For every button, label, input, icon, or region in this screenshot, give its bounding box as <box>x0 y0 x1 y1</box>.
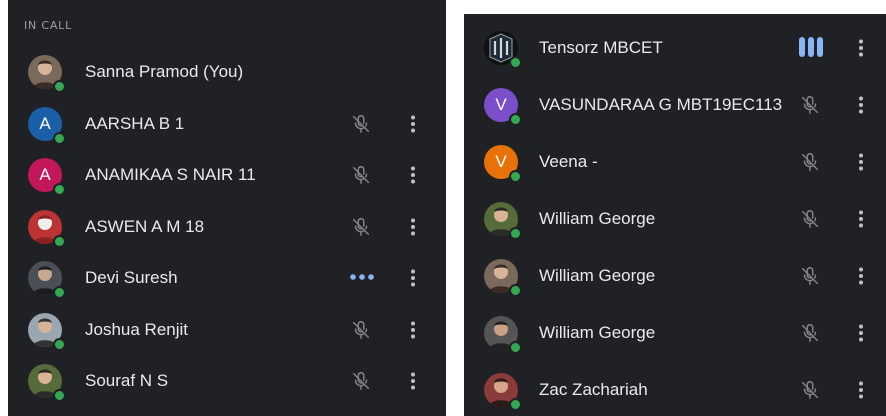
online-status-dot <box>509 170 522 183</box>
section-label-in-call: IN CALL <box>24 19 73 32</box>
participant-row[interactable]: Devi Suresh <box>8 252 446 304</box>
participant-row[interactable]: Joshua Renjit <box>8 304 446 356</box>
mic-off-icon <box>350 319 372 341</box>
more-vert-icon[interactable] <box>401 369 425 393</box>
online-status-dot <box>53 389 66 402</box>
participant-name: AARSHA B 1 <box>85 113 185 133</box>
participant-name: William George <box>539 266 656 285</box>
more-vert-icon[interactable] <box>849 264 873 288</box>
more-vert-icon[interactable] <box>401 215 425 239</box>
online-status-dot <box>53 286 66 299</box>
participant-name: Joshua Renjit <box>85 319 189 339</box>
mic-off-icon <box>350 216 372 238</box>
participant-row[interactable]: Tensorz MBCET <box>464 22 886 74</box>
more-vert-icon[interactable] <box>849 36 873 60</box>
mic-off-icon <box>350 370 372 392</box>
participant-row[interactable]: William George <box>464 193 886 245</box>
mic-off-icon <box>799 322 821 344</box>
participant-row[interactable]: Sanna Pramod (You) <box>8 46 446 98</box>
mic-off-icon <box>799 379 821 401</box>
participant-name: William George <box>539 209 656 228</box>
more-vert-icon[interactable] <box>849 207 873 231</box>
more-vert-icon[interactable] <box>849 378 873 402</box>
participant-row[interactable]: ASWEN A M 18 <box>8 201 446 253</box>
more-vert-icon[interactable] <box>849 93 873 117</box>
more-vert-icon[interactable] <box>401 318 425 342</box>
more-vert-icon[interactable] <box>401 266 425 290</box>
participant-name: Tensorz MBCET <box>539 38 663 57</box>
more-vert-icon[interactable] <box>849 150 873 174</box>
participant-name: William George <box>539 323 656 342</box>
online-status-dot <box>509 398 522 411</box>
participants-panel-right: Tensorz MBCET V VASUNDARAA G MBT19EC113 V Ve… <box>464 14 886 416</box>
online-status-dot <box>509 284 522 297</box>
participant-row[interactable]: Zac Zachariah <box>464 364 886 416</box>
mic-off-icon <box>350 164 372 186</box>
participant-row[interactable]: V VASUNDARAA G MBT19EC113 <box>464 79 886 131</box>
participant-name: Souraf N S <box>85 371 169 390</box>
online-status-dot <box>53 183 66 196</box>
online-status-dot <box>509 56 522 69</box>
more-vert-icon[interactable] <box>401 163 425 187</box>
mic-off-icon <box>799 208 821 230</box>
mic-off-icon <box>350 113 372 135</box>
participant-name: ANAMIKAA S NAIR 11 <box>85 165 256 184</box>
mic-off-icon <box>799 151 821 173</box>
mic-off-icon <box>799 94 821 116</box>
mic-off-icon <box>799 265 821 287</box>
participant-name: ASWEN A M 18 <box>85 216 205 236</box>
online-status-dot <box>509 113 522 126</box>
participant-row[interactable]: A AARSHA B 1 <box>8 98 446 150</box>
participant-name: Devi Suresh <box>85 268 178 287</box>
participant-name: Zac Zachariah <box>539 380 648 399</box>
participant-row[interactable]: A ANAMIKAA S NAIR 11 <box>8 149 446 201</box>
online-status-dot <box>53 131 66 145</box>
audio-bars-icon <box>797 35 825 59</box>
participant-name: VASUNDARAA G MBT19EC113 <box>539 95 783 114</box>
online-status-dot <box>53 234 66 248</box>
participant-name: Sanna Pramod (You) <box>85 62 244 81</box>
participant-row[interactable]: Souraf N S <box>8 355 446 407</box>
online-status-dot <box>509 227 522 240</box>
online-status-dot <box>53 337 66 351</box>
online-status-dot <box>53 80 66 93</box>
online-status-dot <box>509 341 522 354</box>
participant-row[interactable]: William George <box>464 250 886 302</box>
participant-row[interactable]: William George <box>464 307 886 359</box>
speaking-dots-icon <box>348 270 376 284</box>
more-vert-icon[interactable] <box>849 321 873 345</box>
participant-row[interactable]: V Veena - <box>464 136 886 188</box>
more-vert-icon[interactable] <box>401 112 425 136</box>
participant-name: Veena - <box>539 152 598 171</box>
participants-panel-left: IN CALL Sanna Pramod (You) A AARSHA B 1 A AN… <box>8 0 446 416</box>
